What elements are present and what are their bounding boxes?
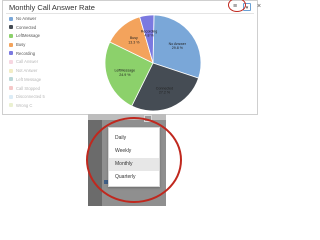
pie-chart: No Answer 29.8 %Connected 27.2 %LeftMessag… — [104, 14, 202, 112]
dropdown-highlight-ring — [86, 117, 182, 203]
